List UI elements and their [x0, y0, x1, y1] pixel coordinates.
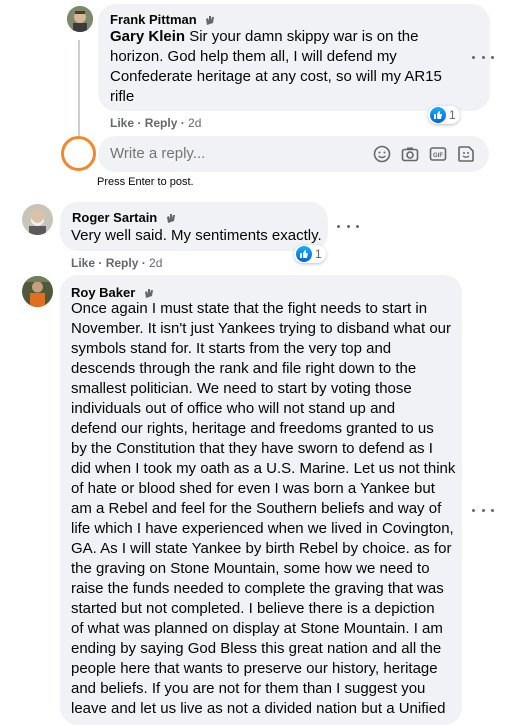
- comment-text-line: started but not completed. I believe the…: [71, 600, 435, 617]
- emoji-icon[interactable]: [373, 145, 393, 165]
- comment-text-line: ending by saying God Bless this great na…: [71, 640, 442, 657]
- reply-button[interactable]: Reply: [106, 256, 139, 270]
- comment-text-line: of what was planned on display at Stone …: [71, 620, 443, 637]
- mention-link[interactable]: Gary Klein: [110, 28, 185, 45]
- highlight-circle: [61, 136, 96, 171]
- comment-text-line: leave and let us live as not a divided n…: [71, 700, 446, 717]
- reply-input[interactable]: [110, 136, 350, 172]
- comment-bubble: Roy Baker Once again I must state that t…: [60, 275, 462, 725]
- comment-text-line: people here that wants to preserve our h…: [71, 660, 438, 677]
- like-thumb-icon: [430, 107, 446, 123]
- thread-line: [78, 40, 80, 136]
- avatar[interactable]: [67, 6, 93, 32]
- comment-timestamp[interactable]: 2d: [188, 116, 201, 130]
- comment-text-line: Confederate heritage at any cost, so wil…: [110, 68, 442, 85]
- avatar-photo-icon: [22, 276, 53, 307]
- comment-text-line: raise the funds needed to complete the g…: [71, 580, 444, 597]
- comment-text-line: did when I took my oath as a U.S. Marine…: [71, 460, 456, 477]
- like-button[interactable]: Like: [110, 116, 134, 130]
- svg-text:GIF: GIF: [433, 153, 443, 159]
- comment-bubble: Roger Sartain Very well said. My sentime…: [60, 202, 328, 251]
- avatar-photo-icon: [67, 6, 93, 32]
- comment-text-line: Very well said. My sentiments exactly.: [71, 227, 322, 244]
- comment-author[interactable]: Roy Baker: [71, 285, 135, 300]
- comment-text-line: Once again I must state that the fight n…: [71, 300, 428, 317]
- press-enter-hint: Press Enter to post.: [97, 176, 194, 188]
- avatar-photo-icon: [22, 204, 53, 235]
- avatar[interactable]: [22, 276, 53, 307]
- comment-author[interactable]: Frank Pittman: [110, 12, 197, 27]
- like-thumb-icon: [296, 246, 312, 262]
- more-options-icon[interactable]: [472, 505, 494, 515]
- comment-bubble: Frank Pittman Gary Klein Sir your damn s…: [98, 4, 490, 111]
- comment-text-line: horizon. God help them all, I will defen…: [110, 48, 397, 65]
- gif-icon[interactable]: GIF: [429, 145, 449, 165]
- comment-text-line: November. It isn't just Yankees trying t…: [71, 320, 452, 337]
- reaction-badge[interactable]: 1: [294, 245, 326, 263]
- comment-text-line: individuals out of office who will not s…: [71, 400, 396, 417]
- comment-text-line: by the Constitution that they have sworn…: [71, 440, 433, 457]
- comment-text-line: GA. As I will state Yankee by birth Rebe…: [71, 540, 452, 557]
- comment-text-line: rifle: [110, 88, 135, 105]
- comment-text-line: and beliefs. If you are not for them tha…: [71, 680, 426, 697]
- more-options-icon[interactable]: [337, 221, 359, 231]
- reaction-count: 1: [449, 108, 456, 122]
- reaction-badge[interactable]: 1: [428, 106, 460, 124]
- comment-author[interactable]: Roger Sartain: [72, 210, 157, 225]
- reply-button[interactable]: Reply: [145, 116, 178, 130]
- sticker-icon[interactable]: [457, 145, 477, 165]
- reply-box: GIF: [98, 136, 489, 172]
- reaction-count: 1: [315, 247, 322, 261]
- comment-text-line: am a Rebel and feel for the Southern bel…: [71, 500, 442, 517]
- comment-timestamp[interactable]: 2d: [149, 256, 162, 270]
- avatar[interactable]: [22, 204, 53, 235]
- comment-text-line: of hate or blood shed for even I was bor…: [71, 480, 435, 497]
- camera-icon[interactable]: [401, 145, 421, 165]
- comment-text-line: smallest politician. We need to start by…: [71, 380, 412, 397]
- comment-text-line: symbols stand for. It starts from the ve…: [71, 340, 392, 357]
- comment-text-line: defend our rights, heritage and freedoms…: [71, 420, 434, 437]
- comment-text-line: descends through the rank and file right…: [71, 360, 417, 377]
- like-button[interactable]: Like: [71, 256, 95, 270]
- comment-text-line: Sir your damn skippy war is on the: [185, 28, 419, 45]
- comment-text-line: life which I have experienced when we li…: [71, 520, 454, 537]
- more-options-icon[interactable]: [472, 52, 494, 62]
- comment-text-line: the graving on Stone Mountain, some how …: [71, 560, 430, 577]
